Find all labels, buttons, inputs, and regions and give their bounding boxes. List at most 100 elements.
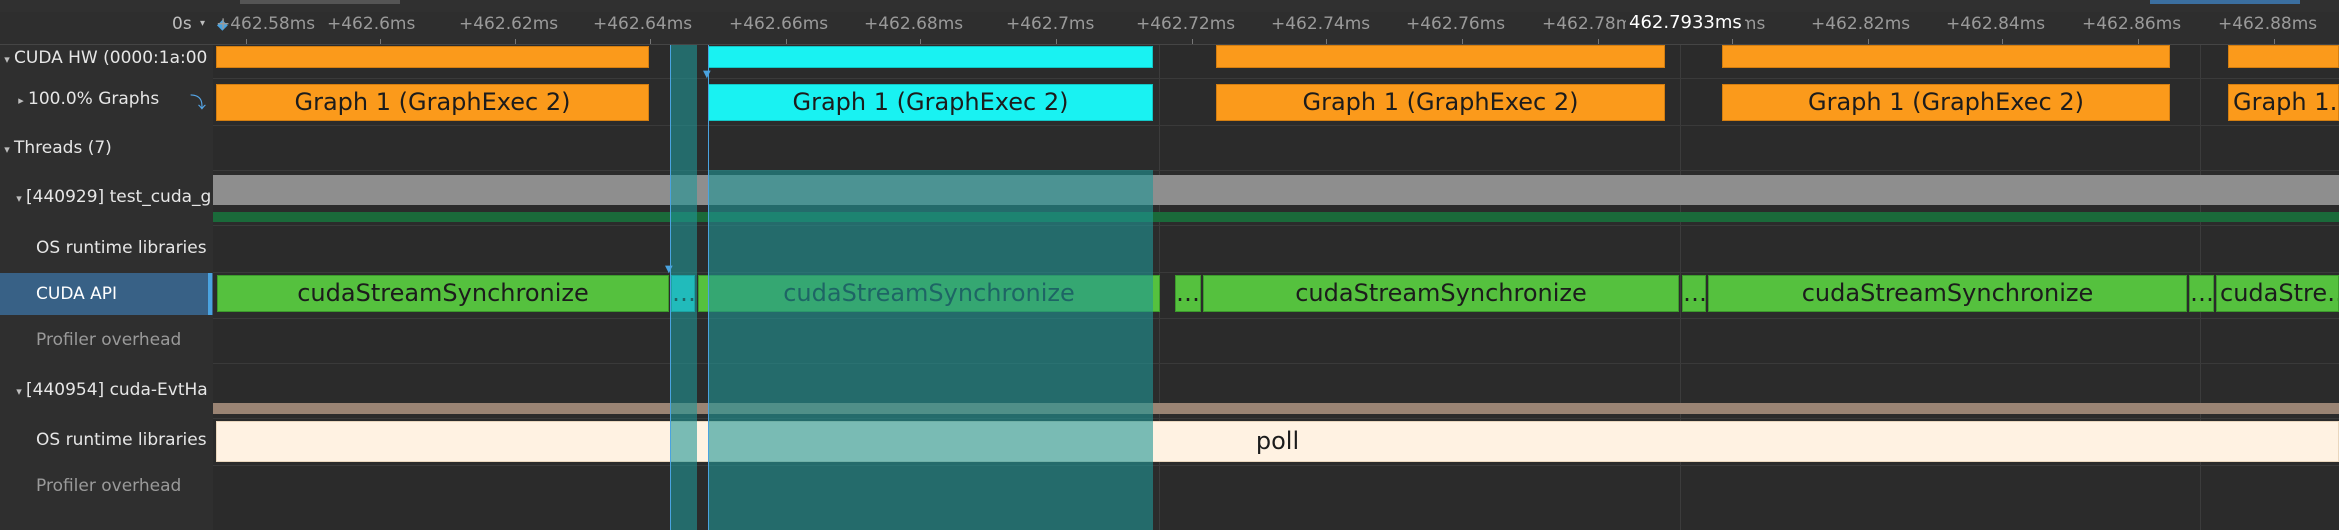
api-call-bar[interactable]: cudaStre…: [2216, 275, 2339, 312]
row-separator: [213, 272, 2339, 273]
ruler-tick: +462.7ms: [1006, 14, 1095, 34]
top-strip-segment-selected: [2150, 0, 2300, 4]
row-label-text: [440954] cuda-EvtHa: [26, 380, 208, 400]
row-label-text: OS runtime libraries: [36, 238, 207, 258]
api-call-bar[interactable]: cudaStreamSynchronize: [1708, 275, 2187, 312]
os-runtime-call-bar[interactable]: poll: [216, 421, 2339, 462]
cuda-hw-kernel-selected[interactable]: [708, 46, 1153, 68]
ruler-tick: +462.88ms: [2218, 14, 2318, 34]
row-label-threads[interactable]: ▾ Threads (7): [0, 138, 213, 168]
row-separator: [213, 418, 2339, 419]
row-labels-panel: ▾ CUDA HW (0000:1a:00 ▸ 100.0% Graphs ⤵ ▾ T…: [0, 45, 213, 530]
ruler-tickmark: [2138, 39, 2139, 44]
ruler-tickmark: [2274, 39, 2275, 44]
row-label-text: OS runtime libraries: [36, 430, 207, 450]
ruler-tick: +462.58ms: [216, 14, 316, 34]
row-label-graphs[interactable]: ▸ 100.0% Graphs: [0, 89, 213, 119]
selection-highlight-narrow: [670, 45, 697, 530]
ruler-tickmark: [786, 39, 787, 44]
thread-state-bar[interactable]: [213, 175, 2339, 205]
row-separator: [213, 125, 2339, 126]
ruler-tick: +462.84ms: [1946, 14, 2046, 34]
ruler-tick: +462.6ms: [327, 14, 416, 34]
top-strip-segment: [240, 0, 400, 4]
ruler-tickmark: [1868, 39, 1869, 44]
chevron-down-icon[interactable]: ▾: [0, 50, 14, 70]
cuda-hw-kernel[interactable]: [216, 46, 649, 68]
row-label-text: 100.0% Graphs: [28, 89, 160, 109]
row-separator: [213, 225, 2339, 226]
api-call-bar[interactable]: …: [1175, 275, 1201, 312]
thread-state-bar[interactable]: [213, 403, 2339, 414]
row-label-text: Profiler overhead: [36, 476, 182, 496]
ruler-tickmark: [1598, 39, 1599, 44]
ruler-tickmark: [2002, 39, 2003, 44]
cursor-time-readout: 462.7933ms: [1626, 12, 1745, 34]
row-label-text: CUDA API: [36, 284, 118, 304]
row-label-cuda-hw[interactable]: ▾ CUDA HW (0000:1a:00: [0, 45, 213, 75]
ruler-tickmark: [246, 39, 247, 44]
row-label-thread-440929[interactable]: ▾ [440929] test_cuda_g: [0, 187, 213, 217]
api-call-bar[interactable]: cudaStreamSynchronize: [217, 275, 669, 312]
ruler-tick: +462.72ms: [1136, 14, 1236, 34]
row-label-text: [440929] test_cuda_g: [26, 187, 212, 207]
row-label-thread-440954[interactable]: ▾ [440954] cuda-EvtHa: [0, 380, 213, 410]
graph-bar[interactable]: Graph 1 (GraphExec 2): [1722, 84, 2170, 121]
ruler-tickmark: [380, 39, 381, 44]
ruler-tick: +462.86ms: [2082, 14, 2182, 34]
ruler-tick: +462.68ms: [864, 14, 964, 34]
ruler-tick: +462.76ms: [1406, 14, 1506, 34]
ruler-tickmark: [1462, 39, 1463, 44]
selection-marker-line: [670, 45, 671, 530]
cuda-hw-kernel[interactable]: [1216, 45, 1665, 68]
row-label-os-runtime-1[interactable]: OS runtime libraries: [0, 238, 213, 268]
ruler-tickmark: [1326, 39, 1327, 44]
selected-row-indicator: [208, 273, 212, 315]
row-separator: [213, 465, 2339, 466]
api-call-bar[interactable]: cudaStreamSynchronize: [1203, 275, 1679, 312]
ruler-tickmark: [1056, 39, 1057, 44]
ruler-tickmark: [1192, 39, 1193, 44]
chevron-down-icon[interactable]: ▾: [12, 382, 26, 402]
ruler-zero-label: 0s: [172, 14, 192, 34]
row-label-text: Profiler overhead: [36, 330, 182, 350]
row-label-os-runtime-2[interactable]: OS runtime libraries: [0, 430, 213, 460]
graph-bar[interactable]: Graph 1…: [2228, 84, 2339, 121]
sync-icon[interactable]: ⤵: [190, 89, 206, 113]
api-call-bar[interactable]: …: [1682, 275, 1706, 312]
graph-bar[interactable]: Graph 1 (GraphExec 2): [216, 84, 649, 121]
cuda-hw-kernel[interactable]: [2228, 45, 2339, 68]
top-scroll-strip: [0, 0, 2339, 12]
ruler-tick: +462.62ms: [459, 14, 559, 34]
ruler-tick: +462.64ms: [593, 14, 693, 34]
ruler-tickmark: [515, 39, 516, 44]
selection-marker-line: [708, 45, 709, 530]
ruler-tick: +462.66ms: [729, 14, 829, 34]
time-ruler[interactable]: 0s ▾ ◆ +462.58ms +462.6ms +462.62ms +462…: [0, 12, 2339, 45]
ruler-tick: +462.82ms: [1811, 14, 1911, 34]
thread-cpu-bar[interactable]: [213, 212, 2339, 222]
marker-triangle-icon: ▼: [665, 264, 673, 275]
timeline-area[interactable]: Graph 1 (GraphExec 2) Graph 1 (GraphExec…: [213, 45, 2339, 530]
cuda-hw-kernel[interactable]: [1722, 45, 2170, 68]
selection-highlight-wide: [708, 170, 1153, 530]
ruler-tick: +462.74ms: [1271, 14, 1371, 34]
ruler-dropdown-icon[interactable]: ▾: [200, 18, 205, 29]
row-separator: [213, 170, 2339, 171]
chevron-down-icon[interactable]: ▾: [12, 189, 26, 209]
ruler-tickmark: [1732, 39, 1733, 44]
row-label-profiler-overhead-1[interactable]: Profiler overhead: [0, 330, 213, 360]
chevron-right-icon[interactable]: ▸: [14, 91, 28, 111]
ruler-tickmark: [920, 39, 921, 44]
ruler-tickmark: [650, 39, 651, 44]
graph-bar[interactable]: Graph 1 (GraphExec 2): [1216, 84, 1665, 121]
row-separator: [213, 78, 2339, 79]
row-separator: [213, 318, 2339, 319]
row-label-cuda-api[interactable]: CUDA API: [0, 273, 213, 315]
marker-triangle-icon: ▼: [703, 69, 711, 80]
chevron-down-icon[interactable]: ▾: [0, 140, 14, 160]
graph-bar-selected[interactable]: Graph 1 (GraphExec 2): [708, 84, 1153, 121]
api-call-bar[interactable]: …: [2189, 275, 2214, 312]
row-label-text: CUDA HW (0000:1a:00: [14, 48, 208, 68]
row-label-profiler-overhead-2[interactable]: Profiler overhead: [0, 476, 213, 506]
